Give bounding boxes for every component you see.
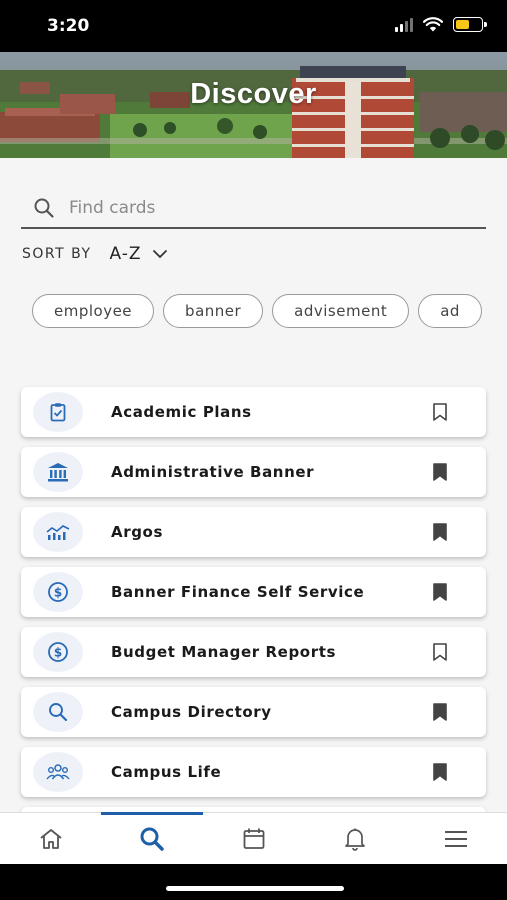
- bank-building-icon: [48, 463, 68, 482]
- wifi-icon: [423, 17, 443, 32]
- card-title: Argos: [111, 523, 163, 541]
- analytics-chart-icon: [46, 525, 70, 540]
- search-icon: [49, 703, 68, 722]
- nav-calendar[interactable]: [203, 813, 304, 864]
- page-title: Discover: [190, 78, 317, 110]
- sort-label: SORT BY: [22, 246, 92, 262]
- hamburger-menu-icon: [445, 831, 468, 847]
- svg-text:$: $: [54, 646, 62, 660]
- bottom-nav: [0, 812, 507, 864]
- nav-home[interactable]: [0, 813, 101, 864]
- battery-icon: [453, 17, 487, 32]
- bell-icon: [345, 828, 365, 851]
- card-campus-directory[interactable]: Campus Directory: [21, 687, 486, 737]
- bookmark-filled-icon[interactable]: [432, 763, 448, 781]
- card-campus-life[interactable]: Campus Life: [21, 747, 486, 797]
- bookmark-outline-icon[interactable]: [432, 403, 448, 421]
- home-icon: [40, 829, 62, 849]
- bookmark-filled-icon[interactable]: [432, 463, 448, 481]
- nav-discover[interactable]: [101, 812, 204, 864]
- card-icon-container: [33, 452, 83, 492]
- home-indicator[interactable]: [166, 886, 344, 891]
- status-icons: [395, 17, 487, 32]
- sort-row: SORT BY A-Z: [22, 244, 168, 264]
- calendar-icon: [243, 828, 264, 849]
- card-title: Banner Finance Self Service: [111, 583, 365, 601]
- card-title: Budget Manager Reports: [111, 643, 336, 661]
- dollar-circle-icon: $: [48, 642, 68, 662]
- bookmark-filled-icon[interactable]: [432, 583, 448, 601]
- chip-banner[interactable]: banner: [163, 294, 264, 328]
- card-title: Academic Plans: [111, 403, 252, 421]
- card-banner-finance-self-service[interactable]: $ Banner Finance Self Service: [21, 567, 486, 617]
- card-icon-container: [33, 692, 83, 732]
- card-icon-container: [33, 392, 83, 432]
- card-argos[interactable]: Argos: [21, 507, 486, 557]
- bookmark-outline-icon[interactable]: [432, 643, 448, 661]
- card-icon-container: $: [33, 572, 83, 612]
- sort-dropdown[interactable]: A-Z: [110, 244, 168, 264]
- search-input[interactable]: [67, 197, 471, 219]
- svg-text:$: $: [54, 586, 62, 600]
- card-icon-container: [33, 752, 83, 792]
- chip-advisement[interactable]: advisement: [272, 294, 410, 328]
- people-group-icon: [46, 764, 70, 780]
- nav-notifications[interactable]: [304, 813, 405, 864]
- sort-value: A-Z: [109, 244, 142, 264]
- chip-partial[interactable]: ad: [418, 294, 482, 328]
- card-title: Campus Life: [111, 763, 222, 781]
- status-bar: 3:20: [0, 0, 507, 52]
- nav-menu[interactable]: [406, 813, 507, 864]
- card-icon-container: [33, 512, 83, 552]
- search-bar[interactable]: [21, 189, 486, 229]
- header-banner: Discover: [0, 52, 507, 158]
- bookmark-filled-icon[interactable]: [432, 703, 448, 721]
- card-icon-container: $: [33, 632, 83, 672]
- chip-employee[interactable]: employee: [32, 294, 155, 328]
- search-icon: [140, 827, 164, 851]
- cellular-signal-icon: [395, 17, 413, 32]
- battery-level: [456, 20, 469, 29]
- card-administrative-banner[interactable]: Administrative Banner: [21, 447, 486, 497]
- clipboard-check-icon: [50, 403, 66, 422]
- home-indicator-area: [0, 864, 507, 900]
- discover-screen: Discover SORT BY A-Z employee banner adv…: [0, 52, 507, 864]
- card-title: Administrative Banner: [111, 463, 315, 481]
- bookmark-filled-icon[interactable]: [432, 523, 448, 541]
- chevron-down-icon: [152, 249, 167, 259]
- dollar-circle-icon: $: [48, 582, 68, 602]
- status-time: 3:20: [47, 16, 90, 36]
- card-title: Campus Directory: [111, 703, 272, 721]
- tag-filter-chips: employee banner advisement ad: [32, 294, 482, 328]
- card-budget-manager-reports[interactable]: $ Budget Manager Reports: [21, 627, 486, 677]
- search-icon: [34, 198, 54, 218]
- card-academic-plans[interactable]: Academic Plans: [21, 387, 486, 437]
